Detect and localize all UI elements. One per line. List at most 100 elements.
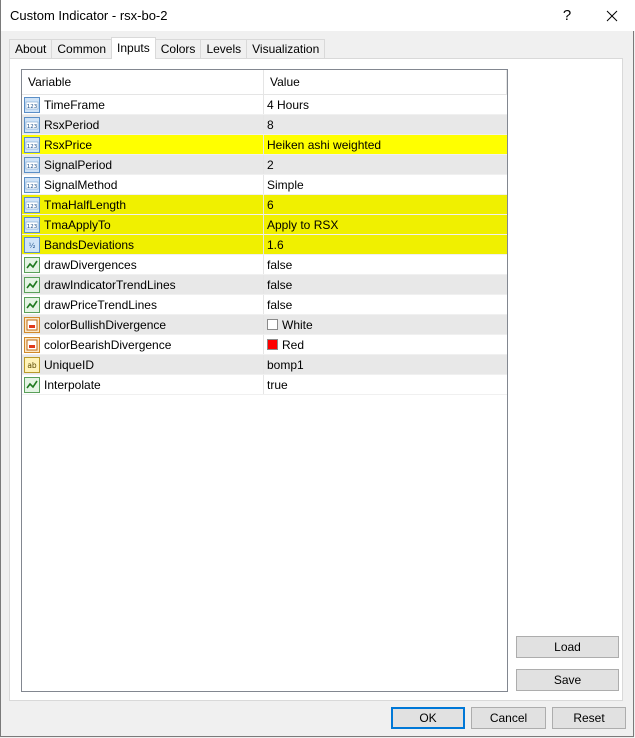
variable-name: RsxPeriod (44, 117, 100, 132)
value-text: 6 (267, 197, 274, 212)
table-row[interactable]: 123 RsxPrice Heiken ashi weighted (22, 135, 507, 155)
save-button[interactable]: Save (516, 669, 619, 691)
column-header-value[interactable]: Value (264, 70, 507, 94)
variable-cell: 123 RsxPrice (22, 135, 264, 154)
variable-cell: colorBullishDivergence (22, 315, 264, 334)
value-cell[interactable]: false (264, 255, 507, 274)
value-cell[interactable]: 1.6 (264, 235, 507, 254)
value-cell[interactable]: true (264, 375, 507, 394)
tab-levels[interactable]: Levels (200, 39, 248, 58)
table-row[interactable]: drawPriceTrendLines false (22, 295, 507, 315)
value-cell[interactable]: false (264, 275, 507, 294)
value-text: White (282, 317, 313, 332)
value-text: Apply to RSX (267, 217, 339, 232)
custom-indicator-dialog: Custom Indicator - rsx-bo-2 ? About Commo… (0, 0, 635, 737)
value-cell[interactable]: 4 Hours (264, 95, 507, 114)
string-icon: ab (24, 356, 40, 373)
integer-icon: 123 (24, 116, 40, 133)
grid-header: Variable Value (22, 70, 507, 95)
variable-cell: 123 SignalPeriod (22, 155, 264, 174)
variable-name: RsxPrice (44, 137, 93, 152)
tab-about[interactable]: About (9, 39, 53, 58)
value-text: Heiken ashi weighted (267, 137, 382, 152)
load-button[interactable]: Load (516, 636, 619, 658)
tab-inputs[interactable]: Inputs (111, 37, 156, 59)
variable-cell: drawIndicatorTrendLines (22, 275, 264, 294)
inputs-tab-panel: Variable Value 123 TimeFrame 4 Hours 123 Rsx… (9, 58, 623, 701)
grid-rows: 123 TimeFrame 4 Hours 123 RsxPeriod 8 123 RsxPr… (22, 95, 507, 395)
variable-cell: 123 RsxPeriod (22, 115, 264, 134)
tab-visualization[interactable]: Visualization (246, 39, 326, 58)
value-cell[interactable]: 8 (264, 115, 507, 134)
variable-name: drawDivergences (44, 257, 137, 272)
value-cell[interactable]: Heiken ashi weighted (264, 135, 507, 154)
variable-name: drawPriceTrendLines (44, 297, 157, 312)
svg-text:ab: ab (27, 361, 37, 370)
integer-icon: 123 (24, 176, 40, 193)
table-row[interactable]: 123 SignalMethod Simple (22, 175, 507, 195)
value-cell[interactable]: Apply to RSX (264, 215, 507, 234)
variable-name: drawIndicatorTrendLines (44, 277, 176, 292)
value-text: true (267, 377, 288, 392)
value-cell[interactable]: White (264, 315, 507, 334)
variable-cell: ½ BandsDeviations (22, 235, 264, 254)
variable-name: BandsDeviations (44, 237, 135, 252)
variable-name: UniqueID (44, 357, 95, 372)
value-cell[interactable]: 2 (264, 155, 507, 174)
column-header-variable[interactable]: Variable (22, 70, 264, 94)
title-bar: Custom Indicator - rsx-bo-2 ? (1, 0, 635, 31)
table-row[interactable]: drawIndicatorTrendLines false (22, 275, 507, 295)
variable-name: TmaHalfLength (44, 197, 127, 212)
integer-icon: 123 (24, 156, 40, 173)
svg-text:123: 123 (27, 143, 38, 149)
table-row[interactable]: 123 TmaHalfLength 6 (22, 195, 507, 215)
bool-icon (24, 296, 40, 313)
help-button[interactable]: ? (544, 0, 590, 31)
color-swatch (267, 319, 278, 330)
table-row[interactable]: 123 TimeFrame 4 Hours (22, 95, 507, 115)
variable-name: TmaApplyTo (44, 217, 111, 232)
value-text: 4 Hours (267, 97, 310, 112)
cancel-button[interactable]: Cancel (471, 707, 546, 729)
value-cell[interactable]: bomp1 (264, 355, 507, 374)
table-row[interactable]: ab UniqueID bomp1 (22, 355, 507, 375)
svg-text:123: 123 (27, 123, 38, 129)
value-text: bomp1 (267, 357, 304, 372)
bool-icon (24, 256, 40, 273)
variable-name: SignalMethod (44, 177, 118, 192)
variable-cell: drawDivergences (22, 255, 264, 274)
table-row[interactable]: 123 RsxPeriod 8 (22, 115, 507, 135)
color-swatch (267, 339, 278, 350)
tab-colors[interactable]: Colors (154, 39, 202, 58)
value-text: false (267, 297, 293, 312)
value-cell[interactable]: Simple (264, 175, 507, 194)
table-row[interactable]: colorBearishDivergence Red (22, 335, 507, 355)
bool-icon (24, 276, 40, 293)
table-row[interactable]: 123 TmaApplyTo Apply to RSX (22, 215, 507, 235)
value-text: Red (282, 337, 305, 352)
integer-icon: 123 (24, 96, 40, 113)
window-title: Custom Indicator - rsx-bo-2 (10, 8, 168, 23)
value-text: 1.6 (267, 237, 284, 252)
value-cell[interactable]: false (264, 295, 507, 314)
table-row[interactable]: drawDivergences false (22, 255, 507, 275)
tab-strip: About Common Inputs Colors Levels Visualizati… (9, 37, 326, 59)
svg-text:123: 123 (27, 103, 38, 109)
svg-text:123: 123 (27, 203, 38, 209)
close-button[interactable] (589, 0, 635, 31)
color-icon (24, 316, 40, 333)
value-text: Simple (267, 177, 304, 192)
reset-button[interactable]: Reset (552, 707, 626, 729)
inputs-grid: Variable Value 123 TimeFrame 4 Hours 123 Rsx… (21, 69, 508, 692)
variable-name: colorBearishDivergence (44, 337, 172, 352)
table-row[interactable]: 123 SignalPeriod 2 (22, 155, 507, 175)
tab-common[interactable]: Common (51, 39, 113, 58)
ok-button[interactable]: OK (391, 707, 465, 729)
value-text: 2 (267, 157, 274, 172)
table-row[interactable]: Interpolate true (22, 375, 507, 395)
table-row[interactable]: colorBullishDivergence White (22, 315, 507, 335)
value-cell[interactable]: Red (264, 335, 507, 354)
table-row[interactable]: ½ BandsDeviations 1.6 (22, 235, 507, 255)
value-cell[interactable]: 6 (264, 195, 507, 214)
variable-name: Interpolate (44, 377, 101, 392)
